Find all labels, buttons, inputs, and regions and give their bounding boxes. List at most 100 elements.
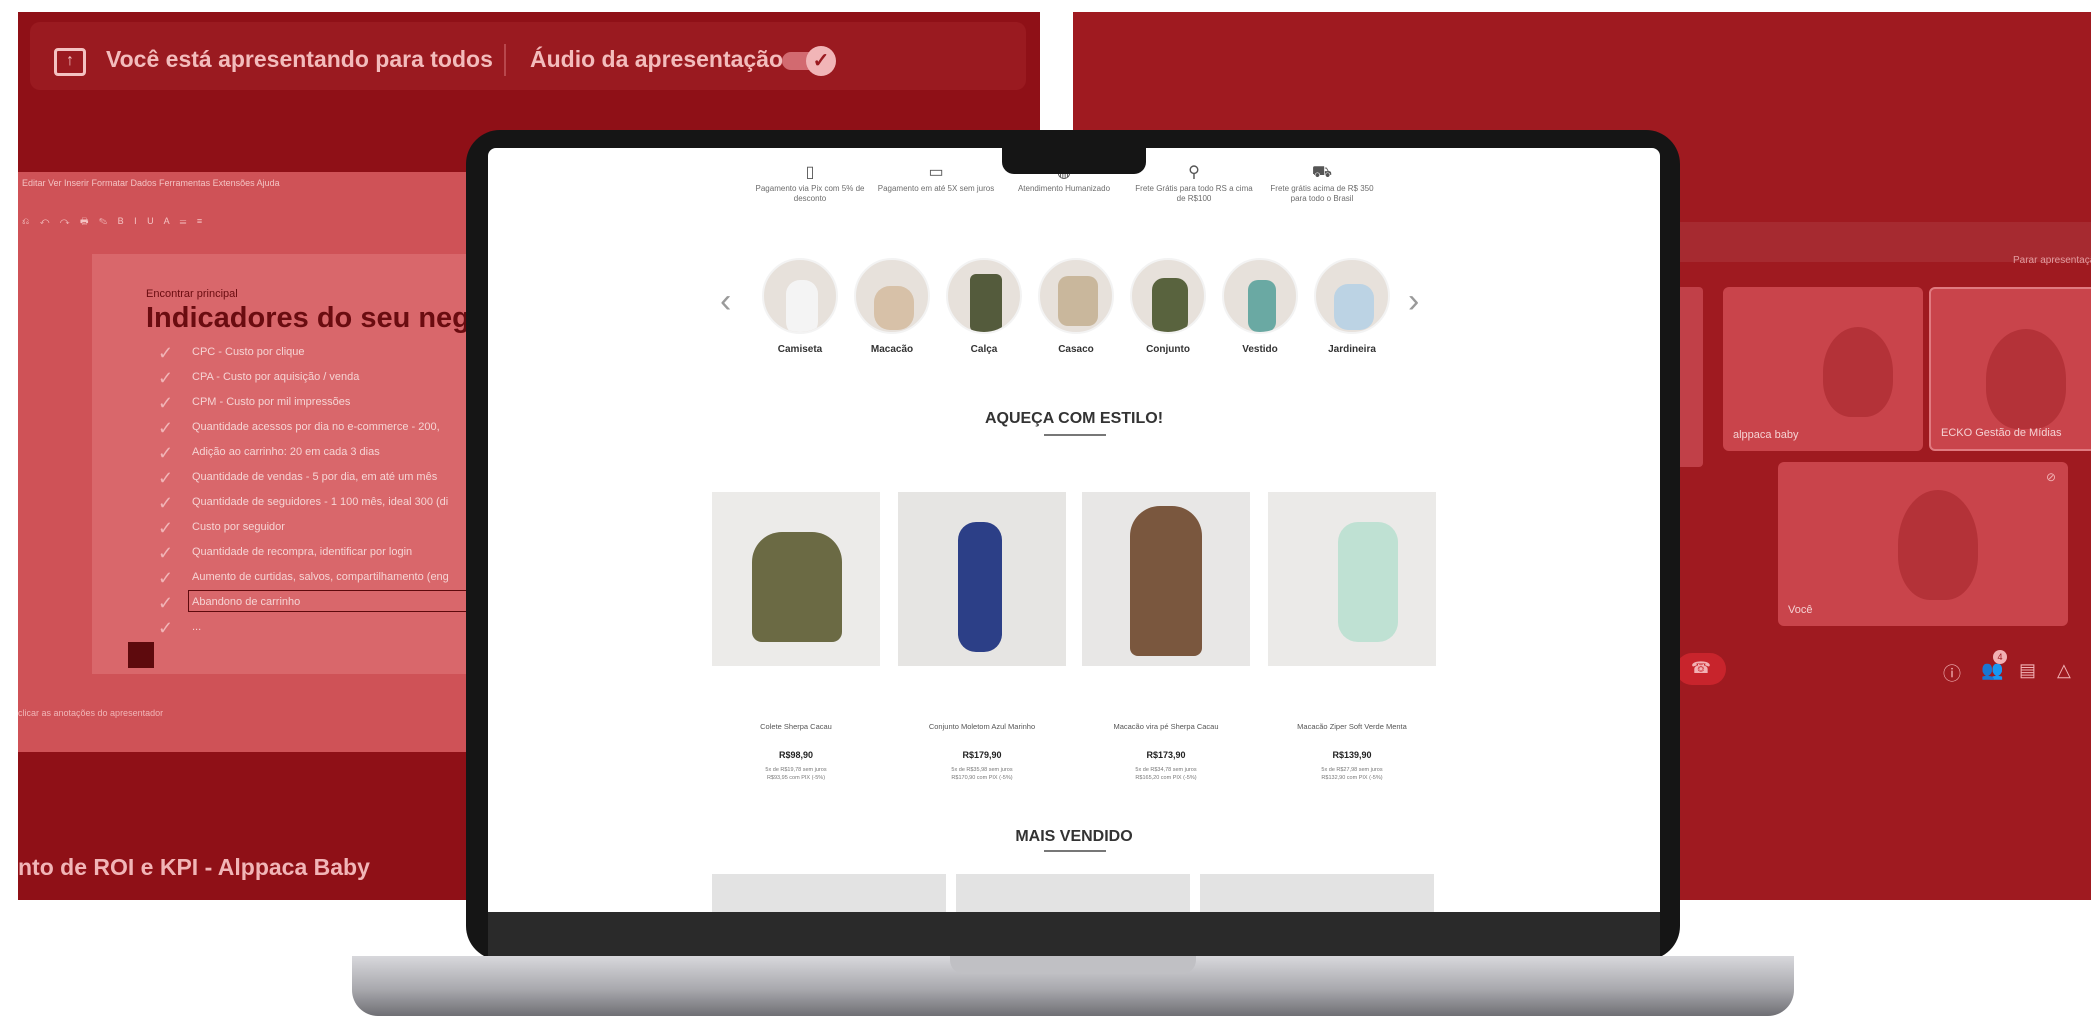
doc-list-item: ✓...: [158, 618, 202, 638]
participant-name: Você: [1788, 604, 1813, 616]
presentation-audio-toggle[interactable]: ✓: [782, 46, 836, 76]
product-price: R$139,90: [1332, 750, 1372, 760]
doc-toolbar[interactable]: ⎌ ↶ ↷ 🖶 ✎ B I U A ☰ ≡: [22, 214, 206, 230]
laptop-screen: ▯ Pagamento via Pix com 5% de desconto ▭ P…: [488, 148, 1660, 912]
present-screen-icon: ↑: [54, 48, 86, 76]
doc-list-item: ✓ Custo por seguidor: [158, 518, 285, 538]
category-casaco[interactable]: Casaco: [1036, 258, 1116, 355]
banner-divider: [504, 44, 506, 76]
presentation-title: nto de ROI e KPI - Alppaca Baby: [18, 854, 370, 880]
product-pix-price: R$165,20 com PIX (-5%): [1135, 775, 1197, 781]
checkmark-icon: ✓: [158, 468, 174, 488]
doc-list-item: ✓ Quantidade de seguidores - 1 100 mês, i…: [158, 493, 449, 513]
checkmark-icon: ✓: [158, 568, 174, 588]
category-image: [854, 258, 930, 334]
category-image: [1222, 258, 1298, 334]
check-icon: ✓: [806, 46, 836, 76]
section-underline: [1044, 434, 1106, 436]
speaker-notes-hint[interactable]: clicar as anotações do apresentador: [18, 708, 163, 718]
info-icon[interactable]: ⓘ: [1943, 660, 1961, 686]
category-jardineira[interactable]: Jardineira: [1312, 258, 1392, 355]
doc-list-item: ✓ Adição ao carrinho: 20 em cada 3 dias: [158, 443, 380, 463]
checkmark-icon: ✓: [158, 443, 174, 463]
section-title: AQUEÇA COM ESTILO!: [984, 410, 1164, 427]
doc-list-item: ✓ Aumento de curtidas, salvos, compartilh…: [158, 568, 449, 588]
laptop-bezel-bottom: [488, 912, 1660, 958]
product-pix-price: R$132,90 com PIX (-5%): [1321, 775, 1383, 781]
presenting-status-text: Você está apresentando para todos: [106, 46, 493, 72]
cursor-square: [128, 642, 154, 668]
chat-icon[interactable]: ▤: [2019, 660, 2036, 681]
participant-tile[interactable]: ECKO Gestão de Mídias: [1929, 287, 2091, 451]
best-seller-image[interactable]: [712, 874, 946, 912]
category-image: [1130, 258, 1206, 334]
section-underline: [1044, 850, 1106, 852]
category-vestido[interactable]: Vestido: [1220, 258, 1300, 355]
participant-tile[interactable]: alppaca baby: [1723, 287, 1923, 451]
stop-presenting-button[interactable]: Parar apresentação: [2013, 255, 2091, 266]
product-price: R$179,90: [962, 750, 1002, 760]
pin-icon: ⚲: [1188, 164, 1200, 181]
carousel-next-button[interactable]: ›: [1408, 284, 1419, 318]
participant-video: [1986, 329, 2066, 429]
feature-item: ▭ Pagamento em até 5X sem juros: [877, 164, 995, 193]
card-icon: ▭: [928, 164, 944, 181]
category-image: [762, 258, 838, 334]
checkmark-icon: ✓: [158, 343, 174, 363]
doc-list-item: ✓ Quantidade acessos por dia no e-commerc…: [158, 418, 440, 438]
product-installments: 5x de R$27,98 sem juros: [1321, 767, 1383, 773]
doc-menu-bar[interactable]: Editar Ver Inserir Formatar Dados Ferram…: [22, 178, 280, 188]
best-seller-image[interactable]: [1200, 874, 1434, 912]
checkmark-icon: ✓: [158, 618, 174, 638]
category-image: [946, 258, 1022, 334]
category-image: [1038, 258, 1114, 334]
doc-list-item: ✓ Quantidade de vendas - 5 por dia, em at…: [158, 468, 438, 488]
mic-muted-icon: ⊘: [2045, 470, 2056, 484]
product-name[interactable]: Macacão Ziper Soft Verde Menta: [1268, 722, 1436, 731]
activities-icon[interactable]: △: [2057, 660, 2071, 681]
product-name[interactable]: Colete Sherpa Cacau: [712, 722, 880, 731]
section-title: MAIS VENDIDO: [1015, 828, 1133, 845]
best-seller-image[interactable]: [956, 874, 1190, 912]
participant-video: [1898, 490, 1978, 600]
hang-up-button[interactable]: ☎: [1676, 653, 1726, 685]
product-price: R$98,90: [778, 750, 814, 760]
product-image[interactable]: [898, 492, 1066, 666]
doc-list-item: ✓ CPA - Custo por aquisição / venda: [158, 368, 360, 388]
self-view-tile[interactable]: ⊘ Você: [1778, 462, 2068, 626]
carousel-prev-button[interactable]: ‹: [720, 284, 731, 318]
checkmark-icon: ✓: [158, 393, 174, 413]
product-installments: 5x de R$34,78 sem juros: [1135, 767, 1197, 773]
product-price: R$173,90: [1146, 750, 1186, 760]
category-image: [1314, 258, 1390, 334]
product-name[interactable]: Macacão vira pé Sherpa Cacau: [1082, 722, 1250, 731]
participant-count-badge: 4: [1993, 650, 2007, 664]
doc-list-item: ✓ CPC - Custo por clique: [158, 343, 305, 363]
participant-name: alppaca baby: [1733, 429, 1799, 441]
checkmark-icon: ✓: [158, 593, 174, 613]
category-conjunto[interactable]: Conjunto: [1128, 258, 1208, 355]
feature-item: ⚲ Frete Grátis para todo RS a cima de R$1…: [1135, 164, 1253, 203]
product-installments: 5x de R$19,78 sem juros: [765, 767, 827, 773]
category-calca[interactable]: Calça: [944, 258, 1024, 355]
product-pix-price: R$93,95 com PIX (-5%): [766, 775, 826, 781]
product-installments: 5x de R$35,98 sem juros: [951, 767, 1013, 773]
category-camiseta[interactable]: Camiseta: [760, 258, 840, 355]
phone-icon: ▯: [805, 164, 815, 181]
product-name[interactable]: Conjunto Moletom Azul Marinho: [898, 722, 1066, 731]
doc-title: Indicadores do seu negó: [146, 302, 488, 334]
feature-item: ▯ Pagamento via Pix com 5% de desconto: [750, 162, 870, 204]
product-image[interactable]: [1268, 492, 1436, 666]
participant-name: ECKO Gestão de Mídias: [1941, 427, 2062, 439]
product-image[interactable]: [712, 492, 880, 666]
doc-list-item: ✓ CPM - Custo por mil impressões: [158, 393, 351, 413]
category-macacao[interactable]: Macacão: [852, 258, 932, 355]
product-pix-price: R$170,90 com PIX (-5%): [951, 775, 1013, 781]
participant-video: [1823, 327, 1893, 417]
checkmark-icon: ✓: [158, 543, 174, 563]
presentation-audio-label: Áudio da apresentação: [530, 46, 784, 72]
product-image[interactable]: [1082, 492, 1250, 666]
doc-subheading: Encontrar principal: [146, 288, 238, 300]
truck-icon: ⛟: [1311, 164, 1333, 181]
checkmark-icon: ✓: [158, 418, 174, 438]
